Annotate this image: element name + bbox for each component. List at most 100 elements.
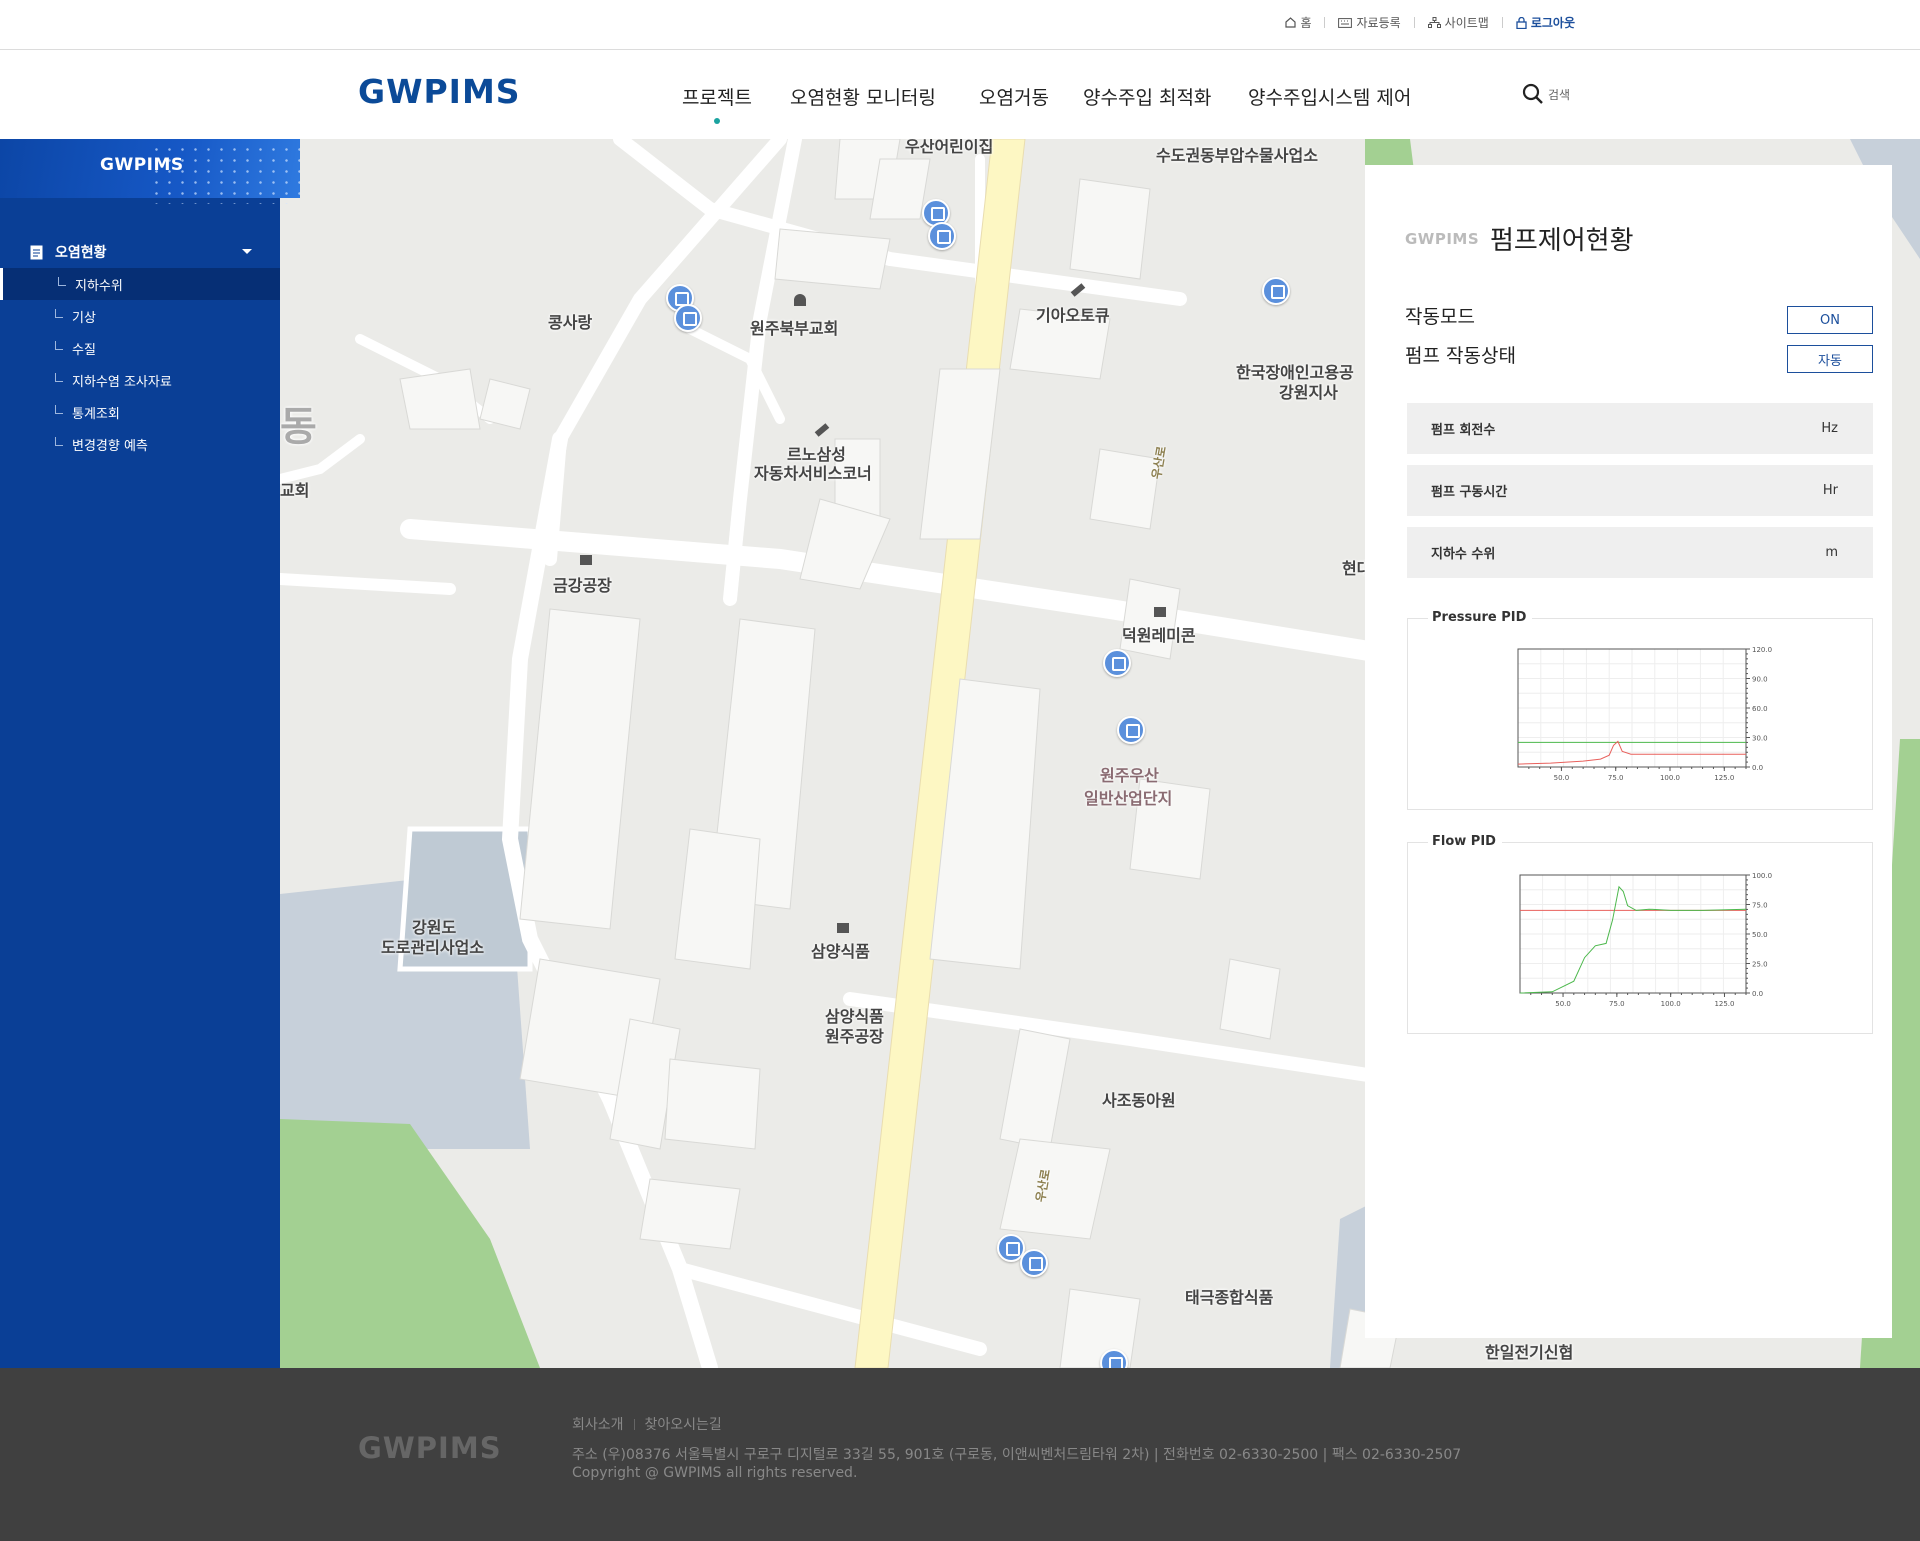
menu-monitoring[interactable]: 오염현황 모니터링 [790,83,936,110]
sidebar-item-groundwater-level[interactable]: 지하수위 [0,268,280,300]
utility-bar: 홈 자료등록 사이트맵 로그아웃 [0,0,1920,50]
sitemap-icon [1427,17,1441,28]
map-label: 사조동아원 [1102,1091,1176,1110]
sidebar-logo: GWPIMS [100,155,184,175]
stat-label: 펌프 회전수 [1431,423,1496,438]
x-tick-label: 100.0 [1661,1000,1681,1008]
stat-label: 펌프 구동시간 [1431,485,1508,500]
sidebar-item-water-quality[interactable]: 수질 [0,332,280,364]
footer-link-directions[interactable]: 찾아오시는길 [645,1414,722,1434]
search-label: 검색 [1548,87,1571,102]
stat-row-runtime: 펌프 구동시간 Hr [1407,465,1873,516]
y-tick-label: 120.0 [1752,646,1772,654]
sidebar-item-survey-data[interactable]: 지하수염 조사자료 [0,364,280,396]
footer-address: 주소 (우)08376 서울특별시 구로구 디지털로 33길 55, 901호 … [572,1447,1462,1463]
pump-state-button[interactable]: 자동 [1787,345,1873,373]
y-tick-label: 100.0 [1752,872,1772,880]
factory-icon [1154,607,1166,617]
menu-project[interactable]: 프로젝트 [682,83,752,124]
map-label: 원주우산 [1100,766,1159,785]
bus-stop-icon[interactable] [1020,1249,1048,1277]
home-icon [1285,17,1297,28]
bus-stop-icon[interactable] [1103,649,1131,677]
x-tick-label: 50.0 [1554,774,1570,782]
divider [1324,17,1326,28]
footer-logo: GWPIMS [358,1431,502,1465]
sidebar-item-statistics[interactable]: 통계조회 [0,396,280,428]
menu-system-control[interactable]: 양수주입시스템 제어 [1248,83,1411,110]
sidebar-section-label: 오염현황 [55,245,107,261]
y-tick-label: 0.0 [1752,990,1763,998]
logout-label: 로그아웃 [1530,16,1575,30]
church-icon [794,294,806,306]
y-tick-label: 90.0 [1752,676,1768,684]
map-label: 원주북부교회 [750,319,839,338]
menu-project-label: 프로젝트 [682,87,752,109]
stat-unit: Hr [1822,483,1838,498]
stat-row-rpm: 펌프 회전수 Hz [1407,403,1873,454]
divider [633,1418,635,1430]
mode-toggle-button[interactable]: ON [1787,306,1873,334]
map-label: 원주공장 [825,1027,884,1046]
sidebar-item-label: 지하수위 [75,278,123,294]
active-indicator [713,118,720,124]
x-tick-label: 50.0 [1555,1000,1571,1008]
footer-links: 회사소개 찾아오시는길 [572,1414,722,1434]
pressure-pid-plot: 120.0 90.0 60.0 30.0 0.0 50.0 75.0 100.0 125.0 [1517,646,1772,782]
bus-stop-icon[interactable] [1262,277,1290,305]
footer: GWPIMS 회사소개 찾아오시는길 주소 (우)08376 서울특별시 구로구… [0,1368,1920,1541]
x-tick-label: 75.0 [1609,1000,1625,1008]
footer-link-about[interactable]: 회사소개 [572,1414,624,1434]
chart-title: Pressure PID [1428,610,1533,625]
sidebar-item-label: 수질 [72,342,96,358]
sidebar-item-label: 변경경향 예측 [72,438,148,454]
x-tick-label: 125.0 [1714,774,1734,782]
map-label: 도로관리사업소 [381,938,485,957]
sidebar-item-weather[interactable]: 기상 [0,300,280,332]
map-label: 강원지사 [1279,383,1338,402]
menu-behavior[interactable]: 오염거동 [979,83,1049,110]
divider [1501,17,1503,28]
stat-label: 지하수 수위 [1431,547,1496,562]
utility-nav: 홈 자료등록 사이트맵 로그아웃 [1285,14,1575,31]
map-label: 교회 [280,481,310,500]
pressure-pid-chart: 120.0 90.0 60.0 30.0 0.0 50.0 75.0 100.0 125.0 P… [1407,610,1873,810]
search-button[interactable]: 검색 [1522,83,1570,105]
lock-icon [1516,16,1527,29]
panel-title: 펌프제어현황 [1490,226,1634,256]
main-header: 프로젝트 오염현황 모니터링 오염거동 양수주입 최적화 양수주입시스템 제어 [0,50,1920,139]
logout-link[interactable]: 로그아웃 [1516,14,1575,31]
sidebar: GWPIMS 오염현황 지하수위 기상 수질 지하수염 조사자료 통계조회 변경… [0,139,300,1368]
factory-icon [837,923,849,933]
menu-behavior-label: 오염거동 [979,87,1049,109]
divider [1413,17,1415,28]
stat-unit: m [1825,545,1838,560]
sitemap-link[interactable]: 사이트맵 [1427,14,1489,31]
chevron-down-icon [242,249,252,254]
y-tick-label: 75.0 [1752,902,1768,910]
sidebar-banner: GWPIMS [0,139,300,204]
x-tick-label: 100.0 [1660,774,1680,782]
site-logo[interactable]: GWPIMS [358,72,521,111]
x-tick-label: 75.0 [1608,774,1624,782]
y-tick-label: 50.0 [1752,931,1768,939]
sidebar-item-label: 기상 [72,310,96,326]
home-label: 홈 [1300,16,1312,30]
menu-optimization[interactable]: 양수주입 최적화 [1083,83,1211,110]
bus-stop-icon[interactable] [674,304,702,332]
map-label: 금강공장 [553,576,612,595]
bus-stop-icon[interactable] [1117,716,1145,744]
home-link[interactable]: 홈 [1285,14,1311,31]
y-tick-label: 30.0 [1752,735,1768,743]
sitemap-label: 사이트맵 [1444,16,1489,30]
sidebar-section-toggle[interactable]: 오염현황 [0,232,280,272]
map-label: 덕원레미콘 [1122,626,1196,645]
sidebar-item-trend-forecast[interactable]: 변경경향 예측 [0,428,280,460]
search-icon [1522,83,1543,104]
bus-stop-icon[interactable] [928,222,956,250]
data-register-link[interactable]: 자료등록 [1338,14,1401,31]
map-label: 일반산업단지 [1084,789,1173,808]
footer-copyright: Copyright @ GWPIMS all rights reserved. [572,1465,858,1481]
flow-pid-plot: 100.0 75.0 50.0 25.0 0.0 50.0 75.0 100.0 125.0 [1519,872,1772,1008]
map-label: 수도권동부압수물사업소 [1156,146,1318,165]
